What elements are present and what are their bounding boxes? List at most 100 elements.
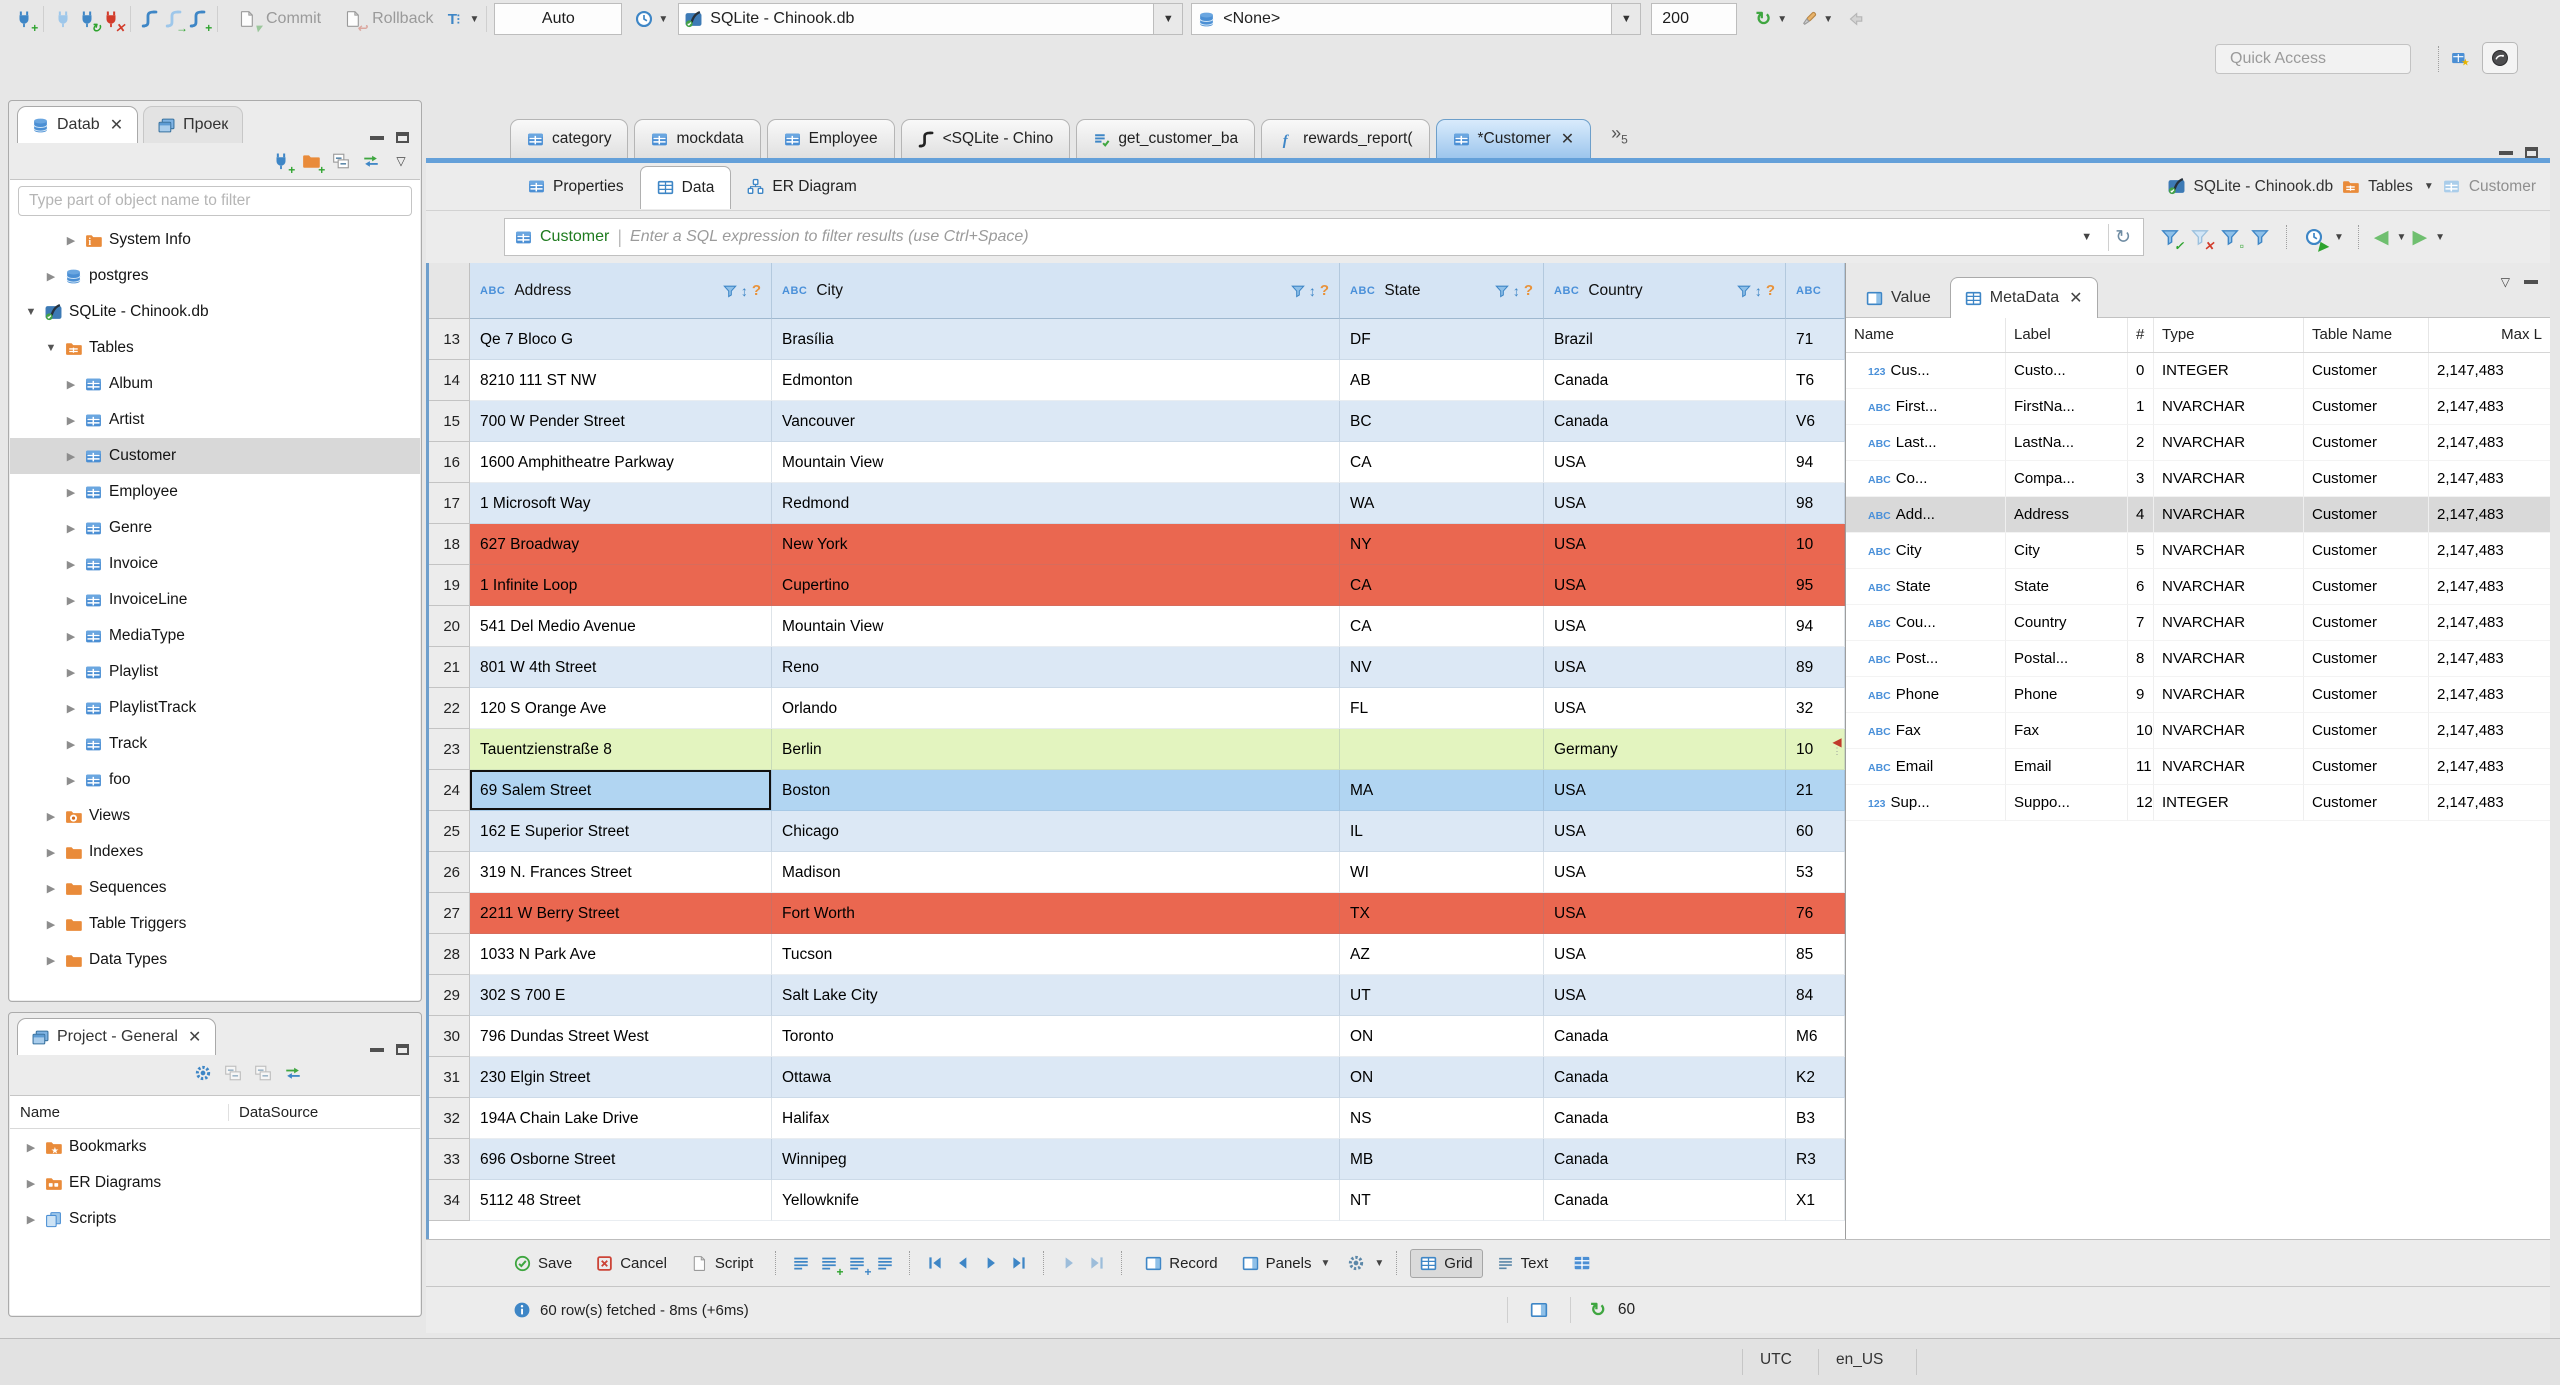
last-page-icon[interactable] (1007, 1251, 1031, 1275)
cell-ordinal[interactable]: 5 (2128, 533, 2154, 569)
fetch-all-icon[interactable] (1085, 1251, 1109, 1275)
editor-tab[interactable]: rewards_report( ✕ (1261, 119, 1430, 158)
cell-country[interactable]: Canada (1544, 1057, 1786, 1098)
cell-address[interactable]: 8210 111 ST NW (470, 360, 772, 401)
minimize-icon[interactable] (2499, 150, 2513, 155)
script-button[interactable]: Script (681, 1249, 763, 1278)
database-combo[interactable]: <None> ▼ (1191, 3, 1642, 35)
fetch-page-icon[interactable] (1057, 1251, 1081, 1275)
cell-postalcode[interactable]: B3 (1786, 1098, 1845, 1139)
cell-country[interactable]: USA (1544, 975, 1786, 1016)
cell-address[interactable]: 627 Broadway (470, 524, 772, 565)
tree-expander-icon[interactable] (64, 774, 78, 787)
collapse-all-icon[interactable] (329, 149, 353, 173)
disconnect-icon[interactable]: ✕ (99, 7, 125, 34)
cell-table-name[interactable]: Customer (2304, 605, 2429, 641)
breadcrumb-connection[interactable]: SQLite - Chinook.db (2194, 178, 2334, 196)
cell-label[interactable]: State (2006, 569, 2128, 605)
tab-close-icon[interactable]: ✕ (1561, 129, 1574, 149)
close-icon[interactable]: ✕ (188, 1027, 201, 1047)
tab-properties[interactable]: Properties (512, 167, 640, 207)
open-sql-script-icon[interactable]: → (162, 7, 188, 34)
cell-country[interactable]: USA (1544, 770, 1786, 811)
cell-ordinal[interactable]: 12 (2128, 785, 2154, 821)
row-number[interactable]: 27 (429, 893, 470, 934)
cell-state[interactable]: AB (1340, 360, 1544, 401)
open-perspective-icon[interactable] (2448, 46, 2472, 70)
reconnect-icon[interactable]: ↻ (75, 7, 101, 34)
view-menu-icon[interactable]: ▽ (2501, 275, 2510, 289)
cell-label[interactable]: FirstNa... (2006, 389, 2128, 425)
cell-address[interactable]: Tauentzienstraße 8 (470, 729, 772, 770)
cell-ordinal[interactable]: 0 (2128, 353, 2154, 389)
cell-state[interactable]: ON (1340, 1057, 1544, 1098)
cell-state[interactable]: MB (1340, 1139, 1544, 1180)
cell-table-name[interactable]: Customer (2304, 389, 2429, 425)
cell-address[interactable]: 162 E Superior Street (470, 811, 772, 852)
close-icon[interactable]: ✕ (110, 115, 123, 135)
row-number[interactable]: 29 (429, 975, 470, 1016)
tree-item[interactable]: Table Triggers (10, 906, 420, 942)
tree-item[interactable]: Album (10, 366, 420, 402)
cell-label[interactable]: Compa... (2006, 461, 2128, 497)
cell-table-name[interactable]: Customer (2304, 785, 2429, 821)
fetch-size-input[interactable]: 200 (1651, 3, 1738, 35)
cell-type[interactable]: NVARCHAR (2154, 461, 2304, 497)
column-header-address[interactable]: ABC Address ↕? (470, 263, 772, 319)
cancel-button[interactable]: Cancel (586, 1249, 677, 1278)
sql-editor-icon[interactable] (138, 7, 162, 31)
cell-country[interactable]: Germany (1544, 729, 1786, 770)
cell-table-name[interactable]: Customer (2304, 533, 2429, 569)
cell-label[interactable]: Email (2006, 749, 2128, 785)
cell-table-name[interactable]: Customer (2304, 677, 2429, 713)
cell-label[interactable]: Address (2006, 497, 2128, 533)
sql-filter-input[interactable]: Customer | Enter a SQL expression to fil… (504, 218, 2144, 256)
cell-type[interactable]: NVARCHAR (2154, 497, 2304, 533)
tree-item[interactable]: postgres (10, 258, 420, 294)
tree-expander-icon[interactable] (44, 882, 58, 895)
cell-type[interactable]: NVARCHAR (2154, 641, 2304, 677)
row-number[interactable]: 21 (429, 647, 470, 688)
cell-city[interactable]: Mountain View (772, 606, 1340, 647)
cell-type[interactable]: NVARCHAR (2154, 533, 2304, 569)
cell-type[interactable]: INTEGER (2154, 353, 2304, 389)
next-page-icon[interactable] (979, 1251, 1003, 1275)
grid-corner[interactable] (429, 263, 470, 319)
cell-city[interactable]: Chicago (772, 811, 1340, 852)
cell-type[interactable]: NVARCHAR (2154, 713, 2304, 749)
filter-history-dropdown-icon[interactable]: ▼ (2073, 231, 2100, 243)
sort-icon[interactable]: ↕ (1513, 283, 1520, 299)
cell-city[interactable]: New York (772, 524, 1340, 565)
cell-label[interactable]: Country (2006, 605, 2128, 641)
commit-mode-combo[interactable]: Auto (494, 3, 623, 35)
cell-city[interactable]: Cupertino (772, 565, 1340, 606)
column-header-type[interactable]: Type (2154, 318, 2304, 352)
cell-column-name[interactable]: ABC Add... (1846, 497, 2006, 533)
cell-state[interactable]: CA (1340, 442, 1544, 483)
cell-address[interactable]: 700 W Pender Street (470, 401, 772, 442)
close-icon[interactable]: ✕ (2069, 288, 2082, 308)
cell-city[interactable]: Winnipeg (772, 1139, 1340, 1180)
cell-country[interactable]: Brazil (1544, 319, 1786, 360)
tree-expander-icon[interactable] (64, 450, 78, 463)
edit-cell-icon[interactable] (789, 1251, 813, 1275)
row-number[interactable]: 30 (429, 1016, 470, 1057)
cell-column-name[interactable]: ABC Fax (1846, 713, 2006, 749)
column-header-name[interactable]: Name (1846, 318, 2006, 352)
cell-label[interactable]: City (2006, 533, 2128, 569)
cell-city[interactable]: Madison (772, 852, 1340, 893)
cell-country[interactable]: Canada (1544, 1098, 1786, 1139)
cell-postalcode[interactable]: V6 (1786, 401, 1845, 442)
cell-table-name[interactable]: Customer (2304, 425, 2429, 461)
tree-expander-icon[interactable] (64, 666, 78, 679)
cell-column-name[interactable]: ABC Last... (1846, 425, 2006, 461)
cell-ordinal[interactable]: 9 (2128, 677, 2154, 713)
filter-icon[interactable] (1495, 284, 1509, 298)
sort-icon[interactable]: ↕ (741, 283, 748, 299)
new-sql-editor-icon[interactable]: + (186, 7, 212, 34)
tree-expander-icon[interactable] (64, 630, 78, 643)
column-header-name[interactable]: Name (10, 1103, 229, 1121)
tab-overflow-indicator[interactable]: »5 (1611, 123, 1628, 147)
tree-expander-icon[interactable] (44, 918, 58, 931)
cell-address[interactable]: 120 S Orange Ave (470, 688, 772, 729)
